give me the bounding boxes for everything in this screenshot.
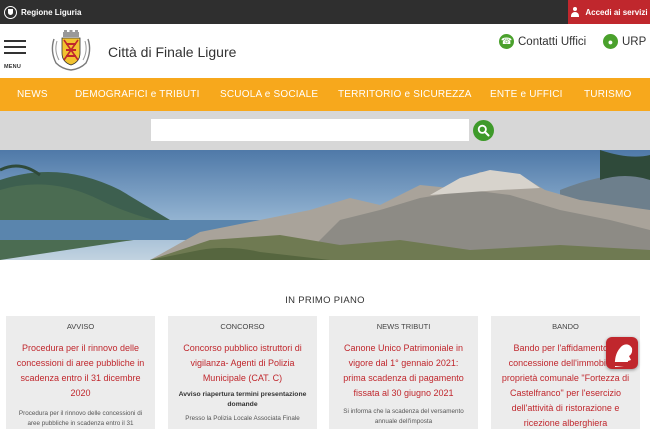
regione-liguria-link[interactable]: Regione Liguria [4, 4, 81, 20]
regione-crest-icon [4, 5, 17, 19]
people-icon: ● [603, 34, 618, 49]
landscape-illustration [0, 150, 650, 260]
card-body: Procedura per il rinnovo delle concessio… [18, 410, 143, 427]
nav-item-turismo[interactable]: TURISMO [584, 89, 632, 100]
news-card[interactable]: CONCORSO Concorso pubblico istruttori di… [168, 316, 317, 429]
search-button[interactable] [473, 120, 494, 141]
nav-item-demografici[interactable]: DEMOGRAFICI e TRIBUTI [75, 89, 200, 100]
top-bar: Regione Liguria Accedi ai servizi [0, 0, 650, 24]
urp-label: URP [622, 35, 647, 48]
card-category: NEWS TRIBUTI [376, 322, 431, 331]
login-label: Accedi ai servizi [585, 7, 648, 17]
section-title: IN PRIMO PIANO [285, 295, 365, 306]
card-category: BANDO [552, 322, 579, 331]
regione-label: Regione Liguria [21, 7, 82, 17]
card-category: AVVISO [66, 322, 95, 331]
nav-item-scuola[interactable]: SCUOLA e SOCIALE [220, 89, 318, 100]
login-button[interactable]: Accedi ai servizi [568, 0, 650, 24]
news-card[interactable]: AVVISO Procedura per il rinnovo delle co… [6, 316, 155, 429]
nav-item-ente[interactable]: ENTE e UFFICI [490, 89, 563, 100]
nav-item-territorio[interactable]: TERRITORIO e SICUREZZA [338, 89, 472, 100]
card-title[interactable]: Concorso pubblico istruttori di vigilanz… [176, 341, 309, 386]
hero-image [0, 150, 650, 260]
search-bar [0, 111, 650, 150]
search-icon [477, 124, 490, 137]
search-input[interactable] [151, 119, 469, 141]
cookie-badge[interactable] [606, 337, 638, 369]
main-nav: NEWS DEMOGRAFICI e TRIBUTI SCUOLA e SOCI… [0, 78, 650, 111]
menu-button[interactable]: MENU [4, 40, 28, 70]
contatti-uffici-link[interactable]: ☎ Contatti Uffici [499, 34, 586, 49]
news-card[interactable]: BANDO Bando per l'affidamento in concess… [491, 316, 640, 429]
menu-label: MENU [4, 64, 21, 70]
coat-of-arms-logo[interactable] [48, 29, 94, 73]
card-title[interactable]: Procedura per il rinnovo delle concessio… [14, 341, 147, 401]
hamburger-icon [4, 40, 26, 42]
card-category: CONCORSO [220, 322, 265, 331]
site-title[interactable]: Città di Finale Ligure [108, 44, 236, 60]
user-icon [570, 7, 580, 17]
hamburger-line [4, 52, 26, 54]
card-title[interactable]: Canone Unico Patrimoniale in vigore dal … [337, 341, 470, 401]
contatti-label: Contatti Uffici [518, 35, 587, 48]
card-body: Si informa che la scadenza del versament… [343, 408, 464, 425]
urp-link[interactable]: ● URP [603, 34, 646, 49]
site-header: MENU Città di Finale Ligure ☎ Contatti U… [0, 24, 650, 78]
nav-item-news[interactable]: NEWS [17, 89, 48, 100]
phone-icon: ☎ [499, 34, 514, 49]
card-subtitle: Avviso riapertura termini presentazione … [178, 391, 307, 408]
profile-icon [610, 344, 634, 367]
hamburger-line [4, 46, 26, 48]
news-card[interactable]: NEWS TRIBUTI Canone Unico Patrimoniale i… [329, 316, 478, 429]
card-body: Presso la Polizia Locale Associata Final… [185, 415, 300, 422]
